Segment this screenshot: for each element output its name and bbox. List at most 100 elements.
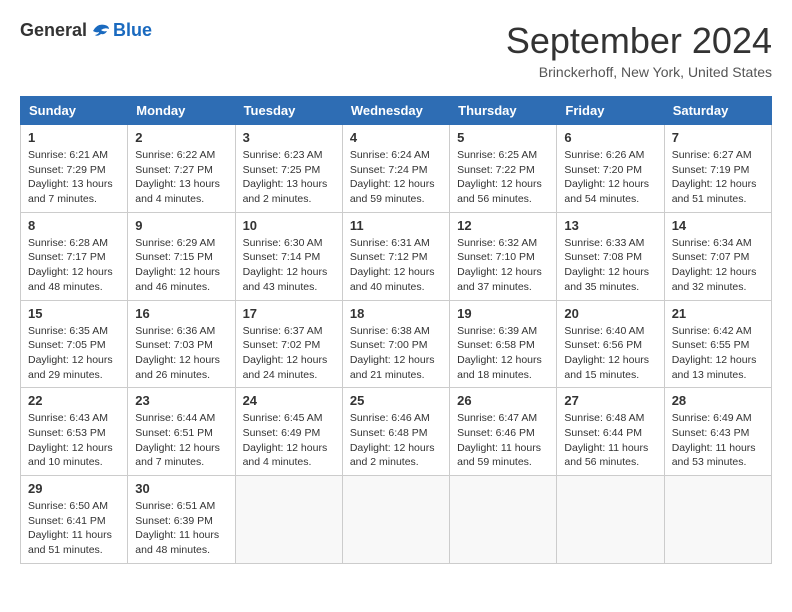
calendar-cell: 5 Sunrise: 6:25 AM Sunset: 7:22 PM Daylig… <box>450 125 557 213</box>
calendar-table: SundayMondayTuesdayWednesdayThursdayFrid… <box>20 96 772 564</box>
calendar-cell <box>557 476 664 564</box>
calendar-cell: 2Sunrise: 6:22 AM Sunset: 7:27 PM Daylig… <box>128 125 235 213</box>
day-info: Sunrise: 6:48 AM Sunset: 6:44 PM Dayligh… <box>564 411 656 470</box>
day-number: 7 <box>672 130 764 145</box>
day-info: Sunrise: 6:24 AM Sunset: 7:24 PM Dayligh… <box>350 148 442 207</box>
day-info: Sunrise: 6:35 AM Sunset: 7:05 PM Dayligh… <box>28 324 120 383</box>
day-number: 21 <box>672 306 764 321</box>
day-number: 18 <box>350 306 442 321</box>
day-number: 6 <box>564 130 656 145</box>
day-number: 12 <box>457 218 549 233</box>
calendar-cell: 29 Sunrise: 6:50 AM Sunset: 6:41 PM Dayli… <box>21 476 128 564</box>
calendar-cell: 8 Sunrise: 6:28 AM Sunset: 7:17 PM Daylig… <box>21 212 128 300</box>
page-header: General Blue September 2024 Brinckerhoff… <box>20 20 772 80</box>
day-info: Sunrise: 6:50 AM Sunset: 6:41 PM Dayligh… <box>28 499 120 558</box>
logo: General Blue <box>20 20 152 41</box>
day-number: 30 <box>135 481 227 496</box>
calendar-cell: 25Sunrise: 6:46 AM Sunset: 6:48 PM Dayli… <box>342 388 449 476</box>
day-number: 1 <box>28 130 120 145</box>
day-info: Sunrise: 6:45 AM Sunset: 6:49 PM Dayligh… <box>243 411 335 470</box>
day-number: 22 <box>28 393 120 408</box>
calendar-cell: 6 Sunrise: 6:26 AM Sunset: 7:20 PM Daylig… <box>557 125 664 213</box>
day-info: Sunrise: 6:47 AM Sunset: 6:46 PM Dayligh… <box>457 411 549 470</box>
column-header-tuesday: Tuesday <box>235 97 342 125</box>
week-row-4: 22 Sunrise: 6:43 AM Sunset: 6:53 PM Dayli… <box>21 388 772 476</box>
day-number: 15 <box>28 306 120 321</box>
week-row-2: 8 Sunrise: 6:28 AM Sunset: 7:17 PM Daylig… <box>21 212 772 300</box>
day-number: 20 <box>564 306 656 321</box>
day-number: 10 <box>243 218 335 233</box>
day-info: Sunrise: 6:32 AM Sunset: 7:10 PM Dayligh… <box>457 236 549 295</box>
day-info: Sunrise: 6:30 AM Sunset: 7:14 PM Dayligh… <box>243 236 335 295</box>
calendar-cell: 15 Sunrise: 6:35 AM Sunset: 7:05 PM Dayli… <box>21 300 128 388</box>
calendar-cell: 24Sunrise: 6:45 AM Sunset: 6:49 PM Dayli… <box>235 388 342 476</box>
calendar-cell: 13Sunrise: 6:33 AM Sunset: 7:08 PM Dayli… <box>557 212 664 300</box>
calendar-cell: 19 Sunrise: 6:39 AM Sunset: 6:58 PM Dayli… <box>450 300 557 388</box>
day-number: 25 <box>350 393 442 408</box>
day-info: Sunrise: 6:21 AM Sunset: 7:29 PM Dayligh… <box>28 148 120 207</box>
calendar-cell <box>450 476 557 564</box>
day-number: 16 <box>135 306 227 321</box>
column-header-friday: Friday <box>557 97 664 125</box>
month-title: September 2024 <box>506 20 772 62</box>
logo-blue-text: Blue <box>113 20 152 41</box>
day-info: Sunrise: 6:25 AM Sunset: 7:22 PM Dayligh… <box>457 148 549 207</box>
header-row: SundayMondayTuesdayWednesdayThursdayFrid… <box>21 97 772 125</box>
day-info: Sunrise: 6:27 AM Sunset: 7:19 PM Dayligh… <box>672 148 764 207</box>
day-info: Sunrise: 6:40 AM Sunset: 6:56 PM Dayligh… <box>564 324 656 383</box>
calendar-cell: 17 Sunrise: 6:37 AM Sunset: 7:02 PM Dayli… <box>235 300 342 388</box>
day-number: 3 <box>243 130 335 145</box>
calendar-cell <box>342 476 449 564</box>
day-info: Sunrise: 6:37 AM Sunset: 7:02 PM Dayligh… <box>243 324 335 383</box>
calendar-cell: 10 Sunrise: 6:30 AM Sunset: 7:14 PM Dayli… <box>235 212 342 300</box>
day-number: 5 <box>457 130 549 145</box>
calendar-cell: 16 Sunrise: 6:36 AM Sunset: 7:03 PM Dayli… <box>128 300 235 388</box>
calendar-cell: 4 Sunrise: 6:24 AM Sunset: 7:24 PM Daylig… <box>342 125 449 213</box>
calendar-cell: 3 Sunrise: 6:23 AM Sunset: 7:25 PM Daylig… <box>235 125 342 213</box>
day-info: Sunrise: 6:23 AM Sunset: 7:25 PM Dayligh… <box>243 148 335 207</box>
day-info: Sunrise: 6:36 AM Sunset: 7:03 PM Dayligh… <box>135 324 227 383</box>
calendar-cell: 23Sunrise: 6:44 AM Sunset: 6:51 PM Dayli… <box>128 388 235 476</box>
week-row-3: 15 Sunrise: 6:35 AM Sunset: 7:05 PM Dayli… <box>21 300 772 388</box>
calendar-cell: 28 Sunrise: 6:49 AM Sunset: 6:43 PM Dayli… <box>664 388 771 476</box>
day-info: Sunrise: 6:28 AM Sunset: 7:17 PM Dayligh… <box>28 236 120 295</box>
day-number: 29 <box>28 481 120 496</box>
day-info: Sunrise: 6:31 AM Sunset: 7:12 PM Dayligh… <box>350 236 442 295</box>
day-info: Sunrise: 6:34 AM Sunset: 7:07 PM Dayligh… <box>672 236 764 295</box>
week-row-5: 29 Sunrise: 6:50 AM Sunset: 6:41 PM Dayli… <box>21 476 772 564</box>
calendar-cell: 9Sunrise: 6:29 AM Sunset: 7:15 PM Daylig… <box>128 212 235 300</box>
column-header-wednesday: Wednesday <box>342 97 449 125</box>
calendar-cell: 11 Sunrise: 6:31 AM Sunset: 7:12 PM Dayli… <box>342 212 449 300</box>
logo-general-text: General <box>20 20 87 41</box>
day-info: Sunrise: 6:43 AM Sunset: 6:53 PM Dayligh… <box>28 411 120 470</box>
day-number: 13 <box>564 218 656 233</box>
calendar-cell: 7 Sunrise: 6:27 AM Sunset: 7:19 PM Daylig… <box>664 125 771 213</box>
calendar-cell: 22 Sunrise: 6:43 AM Sunset: 6:53 PM Dayli… <box>21 388 128 476</box>
day-number: 26 <box>457 393 549 408</box>
day-info: Sunrise: 6:51 AM Sunset: 6:39 PM Dayligh… <box>135 499 227 558</box>
day-number: 28 <box>672 393 764 408</box>
calendar-cell: 18 Sunrise: 6:38 AM Sunset: 7:00 PM Dayli… <box>342 300 449 388</box>
day-number: 8 <box>28 218 120 233</box>
day-number: 19 <box>457 306 549 321</box>
title-section: September 2024 Brinckerhoff, New York, U… <box>506 20 772 80</box>
day-info: Sunrise: 6:49 AM Sunset: 6:43 PM Dayligh… <box>672 411 764 470</box>
column-header-saturday: Saturday <box>664 97 771 125</box>
calendar-cell <box>664 476 771 564</box>
calendar-cell: 1 Sunrise: 6:21 AM Sunset: 7:29 PM Daylig… <box>21 125 128 213</box>
calendar-cell: 30 Sunrise: 6:51 AM Sunset: 6:39 PM Dayli… <box>128 476 235 564</box>
day-number: 11 <box>350 218 442 233</box>
column-header-monday: Monday <box>128 97 235 125</box>
day-number: 14 <box>672 218 764 233</box>
day-number: 4 <box>350 130 442 145</box>
calendar-cell: 12 Sunrise: 6:32 AM Sunset: 7:10 PM Dayli… <box>450 212 557 300</box>
day-number: 23 <box>135 393 227 408</box>
week-row-1: 1 Sunrise: 6:21 AM Sunset: 7:29 PM Daylig… <box>21 125 772 213</box>
day-number: 17 <box>243 306 335 321</box>
day-info: Sunrise: 6:39 AM Sunset: 6:58 PM Dayligh… <box>457 324 549 383</box>
calendar-cell: 27Sunrise: 6:48 AM Sunset: 6:44 PM Dayli… <box>557 388 664 476</box>
day-info: Sunrise: 6:38 AM Sunset: 7:00 PM Dayligh… <box>350 324 442 383</box>
logo-bird-icon <box>91 21 111 41</box>
day-info: Sunrise: 6:22 AM Sunset: 7:27 PM Dayligh… <box>135 148 227 207</box>
day-info: Sunrise: 6:26 AM Sunset: 7:20 PM Dayligh… <box>564 148 656 207</box>
